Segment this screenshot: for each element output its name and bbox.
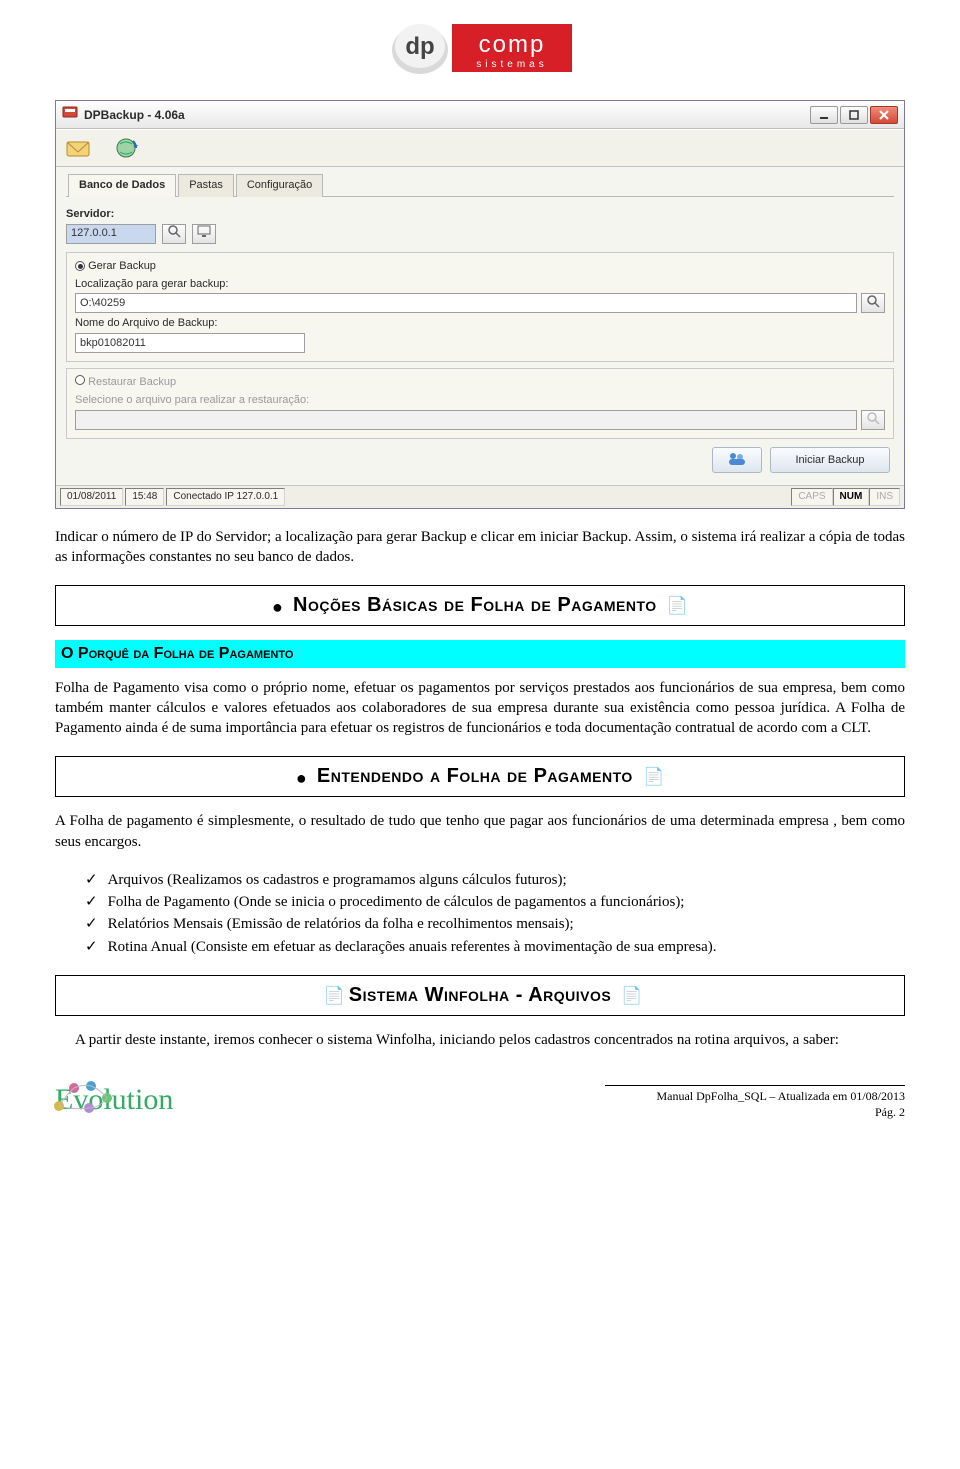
servidor-input[interactable]: 127.0.0.1: [66, 224, 156, 244]
status-caps: CAPS: [791, 488, 832, 506]
document-icon: 📄: [667, 596, 688, 615]
status-num: NUM: [833, 488, 870, 506]
footer-line1: Manual DpFolha_SQL – Atualizada em 01/08…: [605, 1088, 905, 1104]
subheading-porque: O Porquê da Folha de Pagamento: [55, 640, 905, 668]
list-item: Relatórios Mensais (Emissão de relatório…: [85, 914, 905, 934]
bullet-icon: ●: [296, 768, 307, 788]
svg-text:dp: dp: [405, 33, 434, 60]
paragraph-porque: Folha de Pagamento visa como o próprio n…: [55, 678, 905, 739]
monitor-icon: [197, 224, 211, 243]
gear-people-icon: [727, 450, 747, 471]
document-icon: 📄: [643, 767, 664, 786]
heading3-text: Sistema Winfolha - Arquivos: [349, 984, 611, 1006]
search-icon: [866, 411, 880, 430]
molecule-icon: [49, 1078, 119, 1130]
window-toolbar: [56, 129, 904, 167]
gerar-backup-radio[interactable]: [75, 261, 85, 271]
restaurar-backup-group: Restaurar Backup Selecione o arquivo par…: [66, 368, 894, 439]
header-logo: dp comp sistemas: [55, 10, 905, 86]
window-titlebar: DPBackup - 4.06a: [56, 101, 904, 129]
minimize-button[interactable]: [810, 106, 838, 124]
status-time: 15:48: [125, 488, 164, 506]
dpcomp-logo-icon: dp comp sistemas: [380, 10, 580, 80]
settings-button[interactable]: [712, 447, 762, 473]
paragraph-entendendo: A Folha de pagamento é simplesmente, o r…: [55, 811, 905, 852]
loc-browse-button[interactable]: [861, 293, 885, 313]
maximize-button[interactable]: [840, 106, 868, 124]
search-icon: [866, 294, 880, 313]
evolution-logo: Evolution: [55, 1080, 173, 1121]
paragraph-sistema: A partir deste instante, iremos conhecer…: [55, 1030, 905, 1050]
globe-refresh-icon[interactable]: [112, 134, 142, 162]
tab-configuracao[interactable]: Configuração: [236, 174, 323, 197]
servidor-connect-button[interactable]: [192, 224, 216, 244]
gerar-backup-title: Gerar Backup: [88, 260, 156, 272]
dpbackup-window: DPBackup - 4.06a Banco de Dados Pastas C…: [55, 100, 905, 508]
servidor-search-button[interactable]: [162, 224, 186, 244]
search-icon: [167, 224, 181, 243]
close-button[interactable]: [870, 106, 898, 124]
gerar-backup-group: Gerar Backup Localização para gerar back…: [66, 252, 894, 363]
svg-text:comp: comp: [479, 31, 546, 58]
status-connection: Conectado IP 127.0.0.1: [166, 488, 285, 506]
tab-banco-de-dados[interactable]: Banco de Dados: [68, 174, 176, 197]
document-icon: 📄: [621, 986, 642, 1005]
iniciar-backup-button[interactable]: Iniciar Backup: [770, 447, 890, 473]
restaurar-input: [75, 410, 857, 430]
paragraph-ip-instructions: Indicar o número de IP do Servidor; a lo…: [55, 527, 905, 568]
footer-line2: Pág. 2: [605, 1104, 905, 1120]
status-date: 01/08/2011: [60, 488, 123, 506]
heading1-text: Noções Básicas de Folha de Pagamento: [293, 594, 657, 616]
tab-pastas[interactable]: Pastas: [178, 174, 234, 197]
status-bar: 01/08/2011 15:48 Conectado IP 127.0.0.1 …: [56, 485, 904, 508]
page-footer: Evolution Manual DpFolha_SQL – Atualizad…: [55, 1080, 905, 1121]
window-title: DPBackup - 4.06a: [84, 107, 810, 123]
restaurar-backup-radio[interactable]: [75, 375, 85, 385]
servidor-label: Servidor:: [66, 207, 894, 222]
mail-icon[interactable]: [64, 134, 94, 162]
list-item: Arquivos (Realizamos os cadastros e prog…: [85, 870, 905, 890]
name-input[interactable]: bkp01082011: [75, 333, 305, 353]
app-icon: [62, 104, 78, 125]
restaurar-hint: Selecione o arquivo para realizar a rest…: [75, 393, 885, 408]
list-item: Folha de Pagamento (Onde se inicia o pro…: [85, 892, 905, 912]
section-heading-entendendo: ● Entendendo a Folha de Pagamento 📄: [55, 756, 905, 797]
tab-strip: Banco de Dados Pastas Configuração: [66, 173, 894, 197]
iniciar-backup-label: Iniciar Backup: [795, 453, 864, 468]
section-heading-nocoes: ● Noções Básicas de Folha de Pagamento 📄: [55, 585, 905, 626]
name-label: Nome do Arquivo de Backup:: [75, 316, 885, 331]
document-icon: 📄: [323, 986, 344, 1005]
list-item: Rotina Anual (Consiste em efetuar as dec…: [85, 937, 905, 957]
loc-input[interactable]: O:\40259: [75, 293, 857, 313]
svg-text:sistemas: sistemas: [476, 59, 547, 70]
status-ins: INS: [869, 488, 900, 506]
bullet-icon: ●: [272, 597, 283, 617]
heading2-text: Entendendo a Folha de Pagamento: [317, 765, 633, 787]
restaurar-backup-title: Restaurar Backup: [88, 376, 176, 388]
restaurar-browse-button: [861, 410, 885, 430]
loc-label: Localização para gerar backup:: [75, 277, 885, 292]
section-heading-sistema: 📄 Sistema Winfolha - Arquivos 📄: [55, 975, 905, 1016]
checklist: Arquivos (Realizamos os cadastros e prog…: [55, 870, 905, 957]
